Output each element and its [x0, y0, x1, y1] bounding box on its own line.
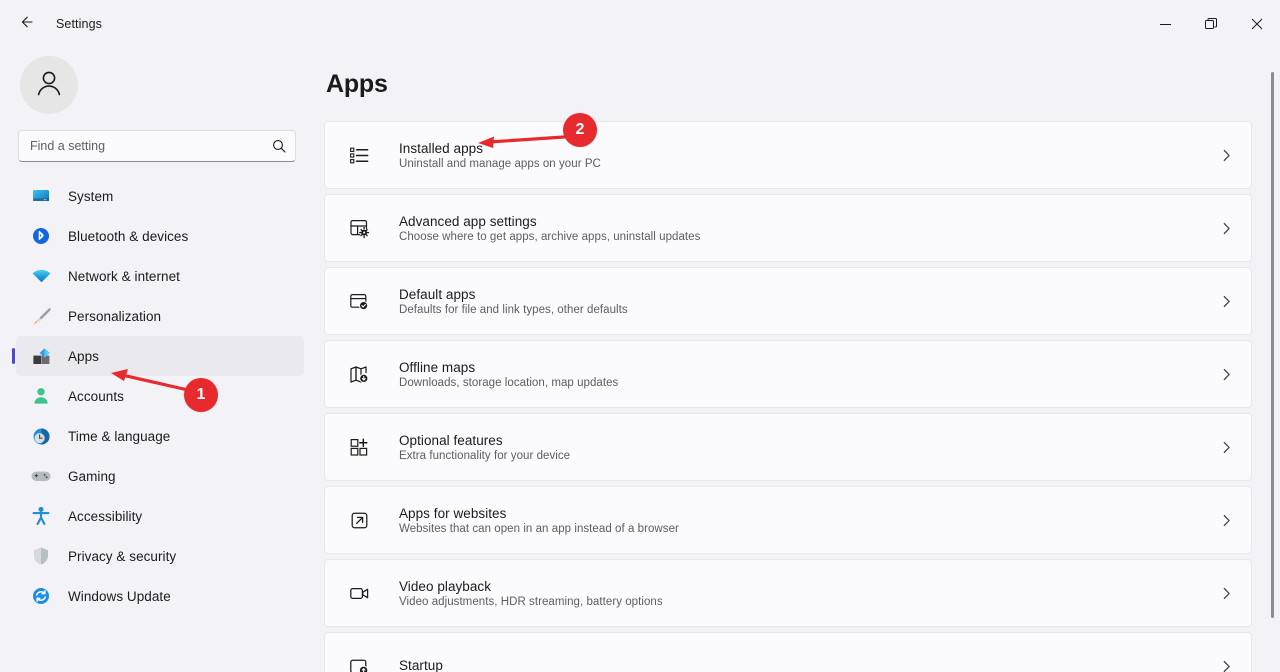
sidebar-item-label: Personalization	[68, 309, 161, 324]
bluetooth-icon	[30, 225, 52, 247]
update-icon	[30, 585, 52, 607]
window-check-icon	[347, 289, 371, 313]
search-box[interactable]	[18, 130, 296, 162]
card-optional-features[interactable]: Optional features Extra functionality fo…	[324, 413, 1252, 481]
card-startup[interactable]: Startup	[324, 632, 1252, 672]
monitor-icon	[30, 185, 52, 207]
gamepad-icon	[30, 465, 52, 487]
main-content: Apps Installed a	[320, 48, 1280, 672]
card-subtitle: Choose where to get apps, archive apps, …	[399, 231, 700, 243]
sidebar-item-system[interactable]: System	[16, 176, 304, 216]
sidebar-item-label: Gaming	[68, 469, 116, 484]
sidebar-item-gaming[interactable]: Gaming	[16, 456, 304, 496]
avatar-container	[0, 48, 304, 114]
sidebar: System Bluetooth & devices	[0, 48, 320, 672]
card-title: Video playback	[399, 579, 663, 594]
card-advanced-app-settings[interactable]: Advanced app settings Choose where to ge…	[324, 194, 1252, 262]
startup-icon	[347, 654, 371, 672]
app-gear-icon	[347, 216, 371, 240]
map-download-icon	[347, 362, 371, 386]
title-bar: Settings	[0, 0, 1280, 48]
search-icon[interactable]	[272, 139, 286, 153]
settings-window: Settings	[0, 0, 1280, 672]
card-subtitle: Websites that can open in an app instead…	[399, 523, 679, 535]
sidebar-nav: System Bluetooth & devices	[0, 176, 304, 616]
app-title: Settings	[56, 17, 102, 31]
sidebar-item-apps[interactable]: Apps	[16, 336, 304, 376]
sidebar-item-label: Time & language	[68, 429, 170, 444]
sidebar-item-label: System	[68, 189, 113, 204]
chevron-right-icon[interactable]	[1220, 514, 1233, 527]
list-bullets-icon	[347, 143, 371, 167]
chevron-right-icon[interactable]	[1220, 222, 1233, 235]
card-video-playback[interactable]: Video playback Video adjustments, HDR st…	[324, 559, 1252, 627]
search-container	[0, 114, 304, 162]
sidebar-item-privacy-security[interactable]: Privacy & security	[16, 536, 304, 576]
back-button[interactable]	[8, 8, 44, 40]
grid-plus-icon	[347, 435, 371, 459]
card-offline-maps[interactable]: Offline maps Downloads, storage location…	[324, 340, 1252, 408]
card-default-apps[interactable]: Default apps Defaults for file and link …	[324, 267, 1252, 335]
apps-icon	[30, 345, 52, 367]
back-arrow-icon	[18, 14, 34, 35]
card-title: Optional features	[399, 433, 570, 448]
chevron-right-icon[interactable]	[1220, 368, 1233, 381]
sidebar-item-label: Privacy & security	[68, 549, 176, 564]
person-icon	[30, 385, 52, 407]
card-subtitle: Defaults for file and link types, other …	[399, 304, 628, 316]
wifi-icon	[30, 265, 52, 287]
sidebar-item-time-language[interactable]: Time & language	[16, 416, 304, 456]
sidebar-item-accessibility[interactable]: Accessibility	[16, 496, 304, 536]
sidebar-item-label: Bluetooth & devices	[68, 229, 188, 244]
sidebar-item-windows-update[interactable]: Windows Update	[16, 576, 304, 616]
sidebar-item-accounts[interactable]: Accounts	[16, 376, 304, 416]
video-camera-icon	[347, 581, 371, 605]
minimize-button[interactable]	[1142, 0, 1188, 48]
sidebar-item-label: Apps	[68, 349, 99, 364]
search-input[interactable]	[19, 131, 295, 161]
card-apps-for-websites[interactable]: Apps for websites Websites that can open…	[324, 486, 1252, 554]
chevron-right-icon[interactable]	[1220, 295, 1233, 308]
accessibility-icon	[30, 505, 52, 527]
maximize-button[interactable]	[1188, 0, 1234, 48]
card-title: Advanced app settings	[399, 214, 700, 229]
avatar[interactable]	[20, 56, 78, 114]
card-title: Installed apps	[399, 141, 601, 156]
external-link-icon	[347, 508, 371, 532]
card-title: Startup	[399, 658, 443, 672]
sidebar-item-label: Windows Update	[68, 589, 171, 604]
card-title: Offline maps	[399, 360, 618, 375]
close-button[interactable]	[1234, 0, 1280, 48]
card-subtitle: Video adjustments, HDR streaming, batter…	[399, 596, 663, 608]
sidebar-item-label: Accounts	[68, 389, 124, 404]
page-title: Apps	[326, 70, 1252, 99]
shield-icon	[30, 545, 52, 567]
clock-icon	[30, 425, 52, 447]
card-installed-apps[interactable]: Installed apps Uninstall and manage apps…	[324, 121, 1252, 189]
card-subtitle: Uninstall and manage apps on your PC	[399, 158, 601, 170]
user-avatar-icon	[32, 66, 66, 105]
content-scrollbar[interactable]	[1271, 62, 1274, 672]
window-body: System Bluetooth & devices	[0, 48, 1280, 672]
sidebar-item-label: Network & internet	[68, 269, 180, 284]
chevron-right-icon[interactable]	[1220, 660, 1233, 672]
settings-card-list: Installed apps Uninstall and manage apps…	[324, 121, 1252, 672]
card-title: Default apps	[399, 287, 628, 302]
sidebar-item-personalization[interactable]: Personalization	[16, 296, 304, 336]
sidebar-item-bluetooth-devices[interactable]: Bluetooth & devices	[16, 216, 304, 256]
window-controls	[1142, 0, 1280, 48]
chevron-right-icon[interactable]	[1220, 587, 1233, 600]
scrollbar-thumb[interactable]	[1271, 72, 1274, 618]
card-subtitle: Downloads, storage location, map updates	[399, 377, 618, 389]
paintbrush-icon	[30, 305, 52, 327]
chevron-right-icon[interactable]	[1220, 149, 1233, 162]
card-title: Apps for websites	[399, 506, 679, 521]
chevron-right-icon[interactable]	[1220, 441, 1233, 454]
sidebar-item-network-internet[interactable]: Network & internet	[16, 256, 304, 296]
sidebar-item-label: Accessibility	[68, 509, 142, 524]
card-subtitle: Extra functionality for your device	[399, 450, 570, 462]
